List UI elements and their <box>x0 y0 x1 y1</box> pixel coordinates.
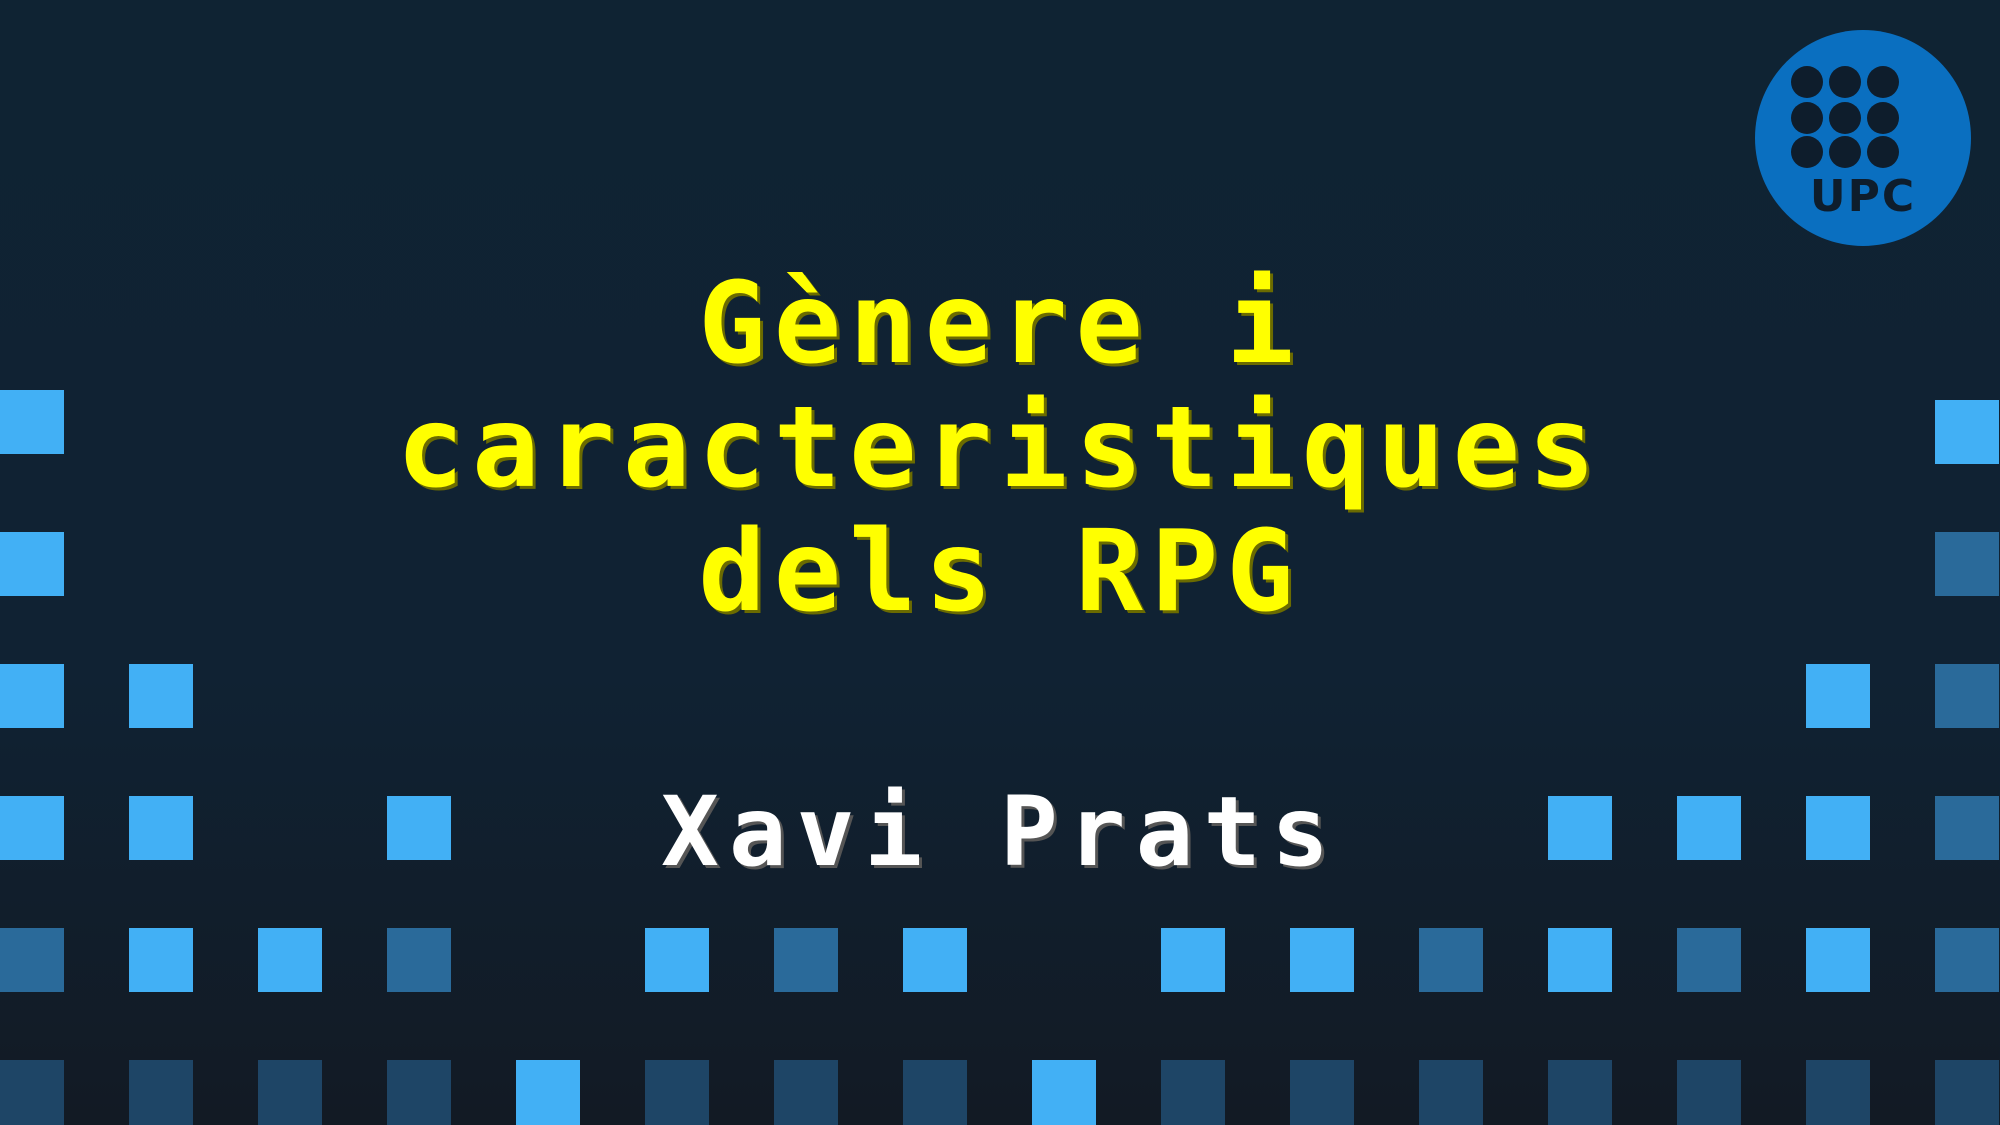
logo-dot-icon <box>1829 102 1861 134</box>
decorative-square <box>1290 1060 1354 1125</box>
title-line-1: Gènere i <box>698 259 1302 389</box>
logo-dot-icon <box>1829 136 1861 168</box>
title-line-3: dels RPG <box>698 507 1302 637</box>
title-line-2: caracteristiques <box>396 383 1604 513</box>
decorative-square <box>0 928 64 992</box>
decorative-square <box>1548 1060 1612 1125</box>
decorative-square <box>1032 1060 1096 1125</box>
decorative-square <box>1548 796 1612 860</box>
decorative-square <box>129 1060 193 1125</box>
logo-dot-icon <box>1829 66 1861 98</box>
logo-dot-icon <box>1791 66 1823 98</box>
decorative-square <box>774 1060 838 1125</box>
decorative-square <box>1806 664 1870 728</box>
decorative-square <box>0 1060 64 1125</box>
decorative-square <box>903 1060 967 1125</box>
decorative-square <box>129 928 193 992</box>
logo-dot-icon <box>1791 136 1823 168</box>
slide-title: Gènere i caracteristiques dels RPG <box>0 262 2000 634</box>
decorative-square <box>0 390 64 454</box>
decorative-square <box>0 664 64 728</box>
decorative-square <box>1548 928 1612 992</box>
logo-dot-icon <box>1867 66 1899 98</box>
decorative-square <box>1419 1060 1483 1125</box>
decorative-square <box>0 532 64 596</box>
decorative-square <box>387 928 451 992</box>
decorative-square <box>1935 400 1999 464</box>
title-slide: UPC Gènere i caracteristiques dels RPG X… <box>0 0 2000 1125</box>
decorative-square <box>1935 1060 1999 1125</box>
decorative-square <box>0 796 64 860</box>
decorative-square <box>1806 928 1870 992</box>
decorative-square <box>258 928 322 992</box>
decorative-square <box>645 1060 709 1125</box>
decorative-square <box>258 1060 322 1125</box>
decorative-square <box>387 1060 451 1125</box>
logo-dot-icon <box>1867 136 1899 168</box>
decorative-square <box>774 928 838 992</box>
decorative-square <box>1935 928 1999 992</box>
decorative-square <box>1935 532 1999 596</box>
decorative-square <box>1290 928 1354 992</box>
logo-dot-icon <box>1867 102 1899 134</box>
decorative-square <box>1677 1060 1741 1125</box>
decorative-square <box>129 796 193 860</box>
decorative-square <box>387 796 451 860</box>
decorative-square <box>1161 928 1225 992</box>
decorative-square <box>645 928 709 992</box>
decorative-square <box>903 928 967 992</box>
decorative-square <box>1419 928 1483 992</box>
decorative-square <box>516 1060 580 1125</box>
decorative-square <box>1806 1060 1870 1125</box>
decorative-square <box>1935 664 1999 728</box>
upc-logo-icon: UPC <box>1755 30 1971 246</box>
decorative-square <box>1935 796 1999 860</box>
decorative-square <box>1677 928 1741 992</box>
decorative-square <box>1806 796 1870 860</box>
decorative-square <box>1161 1060 1225 1125</box>
decorative-square <box>129 664 193 728</box>
logo-dot-icon <box>1791 102 1823 134</box>
logo-text: UPC <box>1809 171 1917 222</box>
decorative-square <box>1677 796 1741 860</box>
